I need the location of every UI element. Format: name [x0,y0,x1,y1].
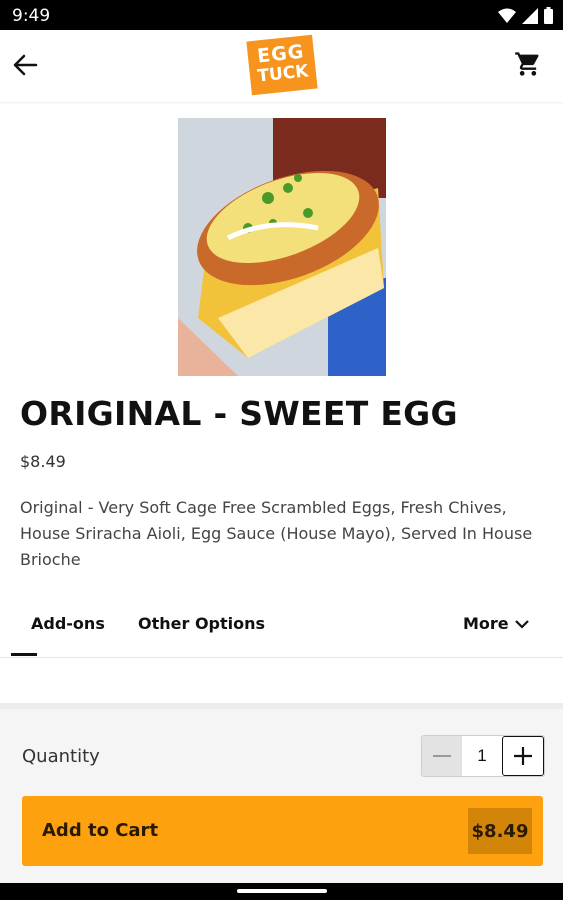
add-to-cart-label: Add to Cart [42,820,159,841]
active-tab-indicator [11,653,37,656]
item-description: Original - Very Soft Cage Free Scrambled… [20,498,533,569]
status-icons [498,7,553,24]
item-title: ORIGINAL - SWEET EGG [20,394,458,433]
quantity-label: Quantity [22,746,100,767]
chevron-down-icon [514,619,529,629]
status-bar: 9:49 [0,0,563,30]
status-time: 9:49 [12,6,51,26]
order-footer: Quantity 1 Add to Cart $8.49 [0,703,563,889]
brand-logo: EGG TUCK [246,34,318,96]
minus-button[interactable] [422,736,462,776]
quantity-value: 1 [462,736,502,776]
system-nav-bar [0,883,563,900]
add-to-cart-amount: $8.49 [468,808,532,854]
add-to-cart-button[interactable]: Add to Cart $8.49 [22,796,543,866]
back-arrow-icon[interactable] [10,50,40,80]
cart-icon[interactable] [514,50,542,78]
home-gesture-handle[interactable] [237,889,327,893]
tab-more-label: More [463,614,509,633]
tab-other-options[interactable]: Other Options [138,614,265,633]
signal-icon [522,7,538,24]
product-photo [178,118,386,376]
tab-more[interactable]: More [463,614,529,633]
quantity-stepper: 1 [421,735,545,777]
minus-icon [433,755,451,757]
plus-icon [514,747,532,765]
wifi-icon [498,8,516,23]
battery-icon [544,7,553,24]
tab-add-ons[interactable]: Add-ons [31,614,105,633]
item-price: $8.49 [20,452,66,471]
plus-button[interactable] [502,736,544,776]
app-bar: EGG TUCK [0,30,563,102]
options-tabs: Add-ons Other Options More [0,600,563,658]
